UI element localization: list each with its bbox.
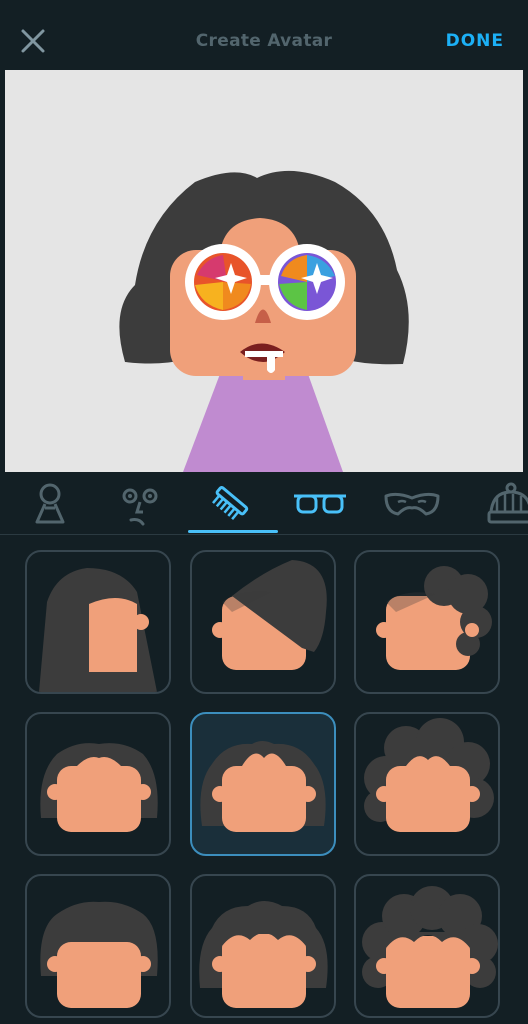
avatar-preview: [5, 70, 523, 472]
body-icon: [35, 483, 65, 524]
hair-short-bob-thumbnail: [40, 743, 158, 832]
hair-options-grid: [0, 535, 528, 1024]
hair-option-side-curly[interactable]: [354, 550, 500, 694]
tab-glasses[interactable]: [280, 472, 360, 534]
hair-curly-bangs-thumbnail: [362, 886, 498, 1008]
hair-option-wavy-bangs[interactable]: [190, 874, 336, 1018]
hair-side-curly-thumbnail: [376, 566, 492, 670]
hair-option-curly-bangs[interactable]: [354, 874, 500, 1018]
category-tabs: [0, 472, 528, 535]
hair-bowl-bangs-thumbnail: [40, 901, 158, 1008]
hair-curly-volume-thumbnail: [364, 718, 494, 832]
hair-side-swept-thumbnail: [212, 560, 327, 670]
glasses-icon: [294, 494, 346, 514]
tab-face[interactable]: [100, 472, 180, 534]
hat-icon: [487, 482, 528, 524]
done-button[interactable]: DONE: [446, 31, 504, 51]
hair-wavy-bangs-thumbnail: [199, 901, 328, 1008]
hair-option-wavy-medium[interactable]: [190, 712, 336, 856]
comb-icon: [212, 486, 249, 520]
avatar-illustration: [119, 170, 409, 472]
hair-option-curly-volume[interactable]: [354, 712, 500, 856]
hair-option-short-bob[interactable]: [25, 712, 171, 856]
mustache-icon: [384, 492, 440, 516]
tab-hat[interactable]: [466, 472, 528, 534]
tab-facial-hair[interactable]: [372, 472, 452, 534]
hair-wavy-medium-thumbnail: [200, 741, 326, 832]
face-icon: [122, 488, 158, 526]
avatar-shirt: [183, 374, 343, 472]
hair-option-bowl-bangs[interactable]: [25, 874, 171, 1018]
tab-selected-indicator: [188, 530, 278, 533]
tab-body[interactable]: [10, 472, 90, 534]
tab-hair[interactable]: [190, 472, 270, 534]
top-bar: Create Avatar DONE: [0, 0, 528, 70]
hair-option-side-swept[interactable]: [190, 550, 336, 694]
hair-option-long-straight[interactable]: [25, 550, 171, 694]
hair-long-straight-thumbnail: [39, 568, 157, 692]
